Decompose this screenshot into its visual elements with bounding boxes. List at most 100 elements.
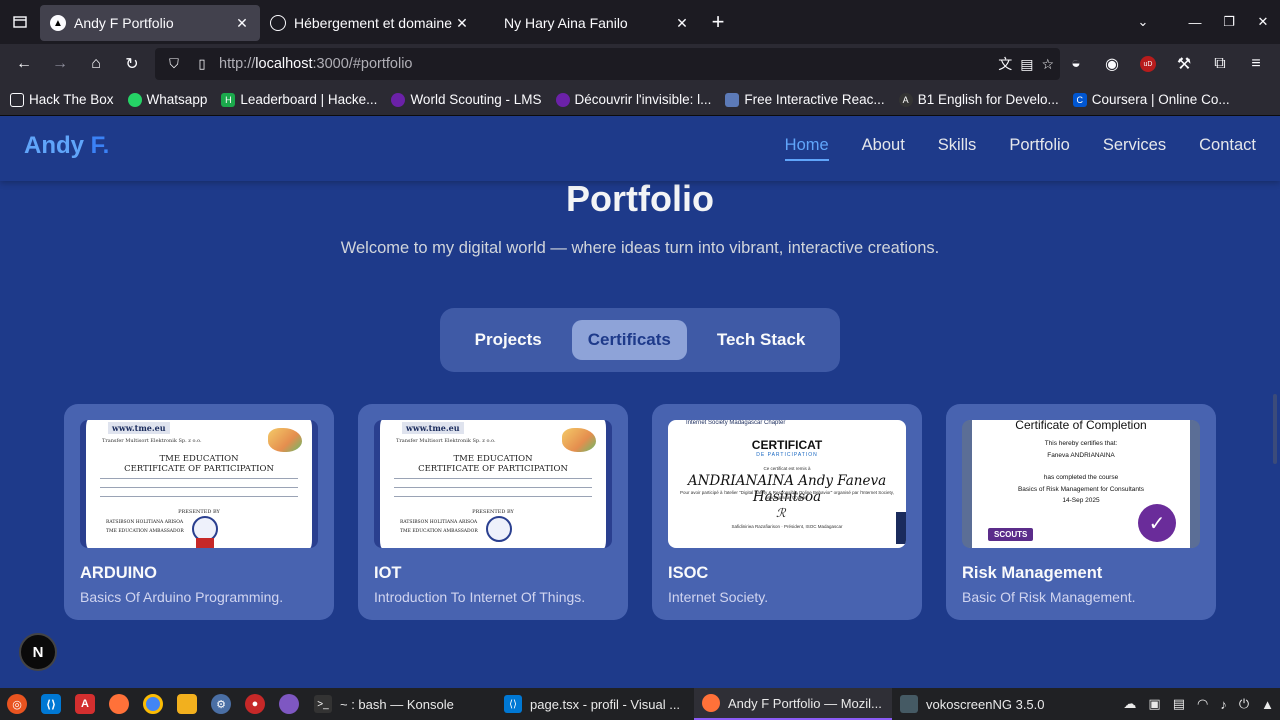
task-firefox[interactable]: Andy F Portfolio — Mozil... [694, 688, 892, 720]
certificate-card-risk-management[interactable]: Certificate of Completion This hereby ce… [946, 404, 1216, 620]
nextjs-dev-badge[interactable]: N [19, 633, 57, 671]
cert-text: Faneva ANDRIANAINA [1047, 452, 1115, 459]
reload-icon[interactable]: ↻ [114, 46, 150, 82]
cert-text: CERTIFICATE OF PARTICIPATION [418, 464, 568, 474]
close-window-icon[interactable]: ✕ [1246, 0, 1280, 44]
tab-hebergement[interactable]: Hébergement et domaine ✕ [260, 5, 480, 41]
bookmark-item[interactable]: Découvrir l'invisible: l... [555, 92, 711, 107]
close-tab-icon[interactable]: ✕ [234, 15, 250, 32]
folder-icon [10, 92, 24, 107]
vscode-icon[interactable]: ⟨⟩ [34, 688, 68, 720]
tab-projects[interactable]: Projects [459, 320, 558, 360]
tab-certificats[interactable]: Certificats [571, 320, 687, 360]
page-scrollbar[interactable] [1273, 394, 1277, 464]
bookmark-item[interactable]: H Leaderboard | Hacke... [221, 92, 377, 107]
account-icon[interactable]: ◉ [1094, 46, 1130, 82]
bookmark-item[interactable]: A B1 English for Develo... [898, 92, 1059, 107]
chrome-icon[interactable] [136, 688, 170, 720]
menu-icon[interactable]: ≡ [1238, 46, 1274, 82]
wifi-icon[interactable]: ◠ [1197, 696, 1208, 712]
tab-list-icon[interactable] [0, 0, 40, 44]
nav-home[interactable]: Home [784, 136, 829, 161]
forward-icon[interactable]: → [42, 46, 78, 82]
files-icon[interactable] [170, 688, 204, 720]
nav-portfolio[interactable]: Portfolio [1009, 136, 1070, 161]
cert-text: TME EDUCATION [453, 454, 533, 464]
terminal-icon: >_ [314, 695, 332, 713]
task-konsole[interactable]: >_ ~ : bash — Konsole [306, 688, 496, 720]
tor-icon[interactable] [272, 688, 306, 720]
translate-icon[interactable]: 文 [998, 54, 1012, 74]
system-tray: ☁ ▣ ▤ ◠ ♪ ⏻ ▲ [1123, 688, 1274, 720]
cert-text: Basics of Risk Management for Consultant… [1017, 486, 1145, 493]
shield-icon[interactable]: ⛉ [163, 56, 185, 72]
globe-favicon-icon [270, 15, 286, 31]
window-controls: ⌄ — ❐ ✕ [1108, 0, 1280, 44]
site-logo[interactable]: Andy F. [24, 132, 109, 160]
firefox-icon[interactable] [102, 688, 136, 720]
url-text[interactable]: http://localhost:3000/#portfolio [219, 56, 412, 72]
signature-icon: ℛ [776, 506, 786, 520]
task-vscode[interactable]: ⟨⟩ page.tsx - profil - Visual ... [496, 688, 694, 720]
card-description: Basics Of Arduino Programming. [80, 589, 284, 605]
close-tab-icon[interactable]: ✕ [454, 15, 470, 32]
ubuntu-menu-icon[interactable]: ◎ [0, 688, 34, 720]
cert-text: Pour avoir participé à l'atelier "Digita… [680, 490, 894, 500]
nav-skills[interactable]: Skills [938, 136, 977, 161]
certificate-grid: www.tme.eu Transfer Multisort Elektronik… [64, 404, 1216, 620]
bookmark-item[interactable]: C Coursera | Online Co... [1072, 92, 1230, 107]
reader-icon[interactable]: ▤ [1020, 56, 1033, 73]
power-icon[interactable]: ⏻ [1239, 696, 1249, 712]
nav-about[interactable]: About [862, 136, 905, 161]
nav-contact[interactable]: Contact [1199, 136, 1256, 161]
pdf-reader-icon[interactable]: A [68, 688, 102, 720]
bookmark-item[interactable]: Free Interactive Reac... [725, 92, 885, 107]
certificate-card-arduino[interactable]: www.tme.eu Transfer Multisort Elektronik… [64, 404, 334, 620]
cert-text: Internet Society Madagascar Chapter [686, 420, 786, 426]
page-icon[interactable]: ▯ [191, 56, 213, 72]
tme-logo-icon [268, 428, 302, 452]
vokoscreen-tray-icon[interactable]: ▣ [1148, 696, 1160, 712]
new-tab-button[interactable]: + [700, 4, 736, 40]
url-actions: 文 ▤ ☆ [998, 48, 1054, 80]
ublock-icon[interactable]: uD [1130, 46, 1166, 82]
bookmark-star-icon[interactable]: ☆ [1041, 56, 1054, 73]
settings-icon[interactable]: ⚙ [204, 688, 238, 720]
cert-text: 14-Sep 2025 [1062, 497, 1100, 504]
restore-icon[interactable]: ❐ [1212, 0, 1246, 44]
extensions-icon[interactable]: ⧉ [1202, 46, 1238, 82]
cert-text: RATSIBSON HOLITIANA ARISOA [400, 520, 478, 525]
bookmark-item[interactable]: Hack The Box [10, 92, 114, 107]
clipboard-icon[interactable]: ▤ [1173, 696, 1185, 712]
close-tab-icon[interactable]: ✕ [674, 15, 690, 32]
site-header: Andy F. Home About Skills Portfolio Serv… [0, 116, 1280, 181]
minimize-icon[interactable]: — [1178, 0, 1212, 44]
vscode-icon: ⟨⟩ [504, 695, 522, 713]
wrench-icon[interactable]: ⚒ [1166, 46, 1202, 82]
nav-services[interactable]: Services [1103, 136, 1166, 161]
scouting-icon [555, 92, 570, 107]
cloud-icon[interactable]: ☁ [1123, 696, 1136, 712]
tab-ny-hary[interactable]: Ny Hary Aina Fanilo ✕ [480, 5, 700, 41]
list-all-tabs-icon[interactable]: ⌄ [1108, 0, 1178, 44]
tray-expand-icon[interactable]: ▲ [1261, 697, 1274, 712]
volume-icon[interactable]: ♪ [1220, 697, 1227, 712]
certificate-image: Internet Society Madagascar Chapter CERT… [668, 420, 906, 548]
url-bar[interactable]: ⛉ ▯ http://localhost:3000/#portfolio 文 ▤… [155, 48, 1060, 80]
task-vokoscreen[interactable]: vokoscreenNG 3.5.0 [892, 688, 1062, 720]
bookmark-item[interactable]: World Scouting - LMS [391, 92, 542, 107]
back-icon[interactable]: ← [6, 46, 42, 82]
bookmark-item[interactable]: Whatsapp [127, 92, 207, 107]
cert-text: ANDRIANAINA Andy Faneva Hasintsoa [687, 473, 887, 505]
tab-andy-portfolio[interactable]: ▲ Andy F Portfolio ✕ [40, 5, 260, 41]
certificate-image: www.tme.eu Transfer Multisort Elektronik… [80, 420, 318, 548]
cert-text: RATSIBSON HOLITIANA ARISOA [106, 520, 184, 525]
recorder-icon[interactable]: ● [238, 688, 272, 720]
certificate-card-isoc[interactable]: Internet Society Madagascar Chapter CERT… [652, 404, 922, 620]
certificate-card-iot[interactable]: www.tme.eu Transfer Multisort Elektronik… [358, 404, 628, 620]
tab-tech-stack[interactable]: Tech Stack [701, 320, 822, 360]
incognito-icon[interactable]: ◒ [1058, 46, 1094, 82]
tab-title: Andy F Portfolio [74, 15, 174, 31]
home-icon[interactable]: ⌂ [78, 46, 114, 82]
cert-text: Certificate of Completion [1015, 420, 1147, 432]
